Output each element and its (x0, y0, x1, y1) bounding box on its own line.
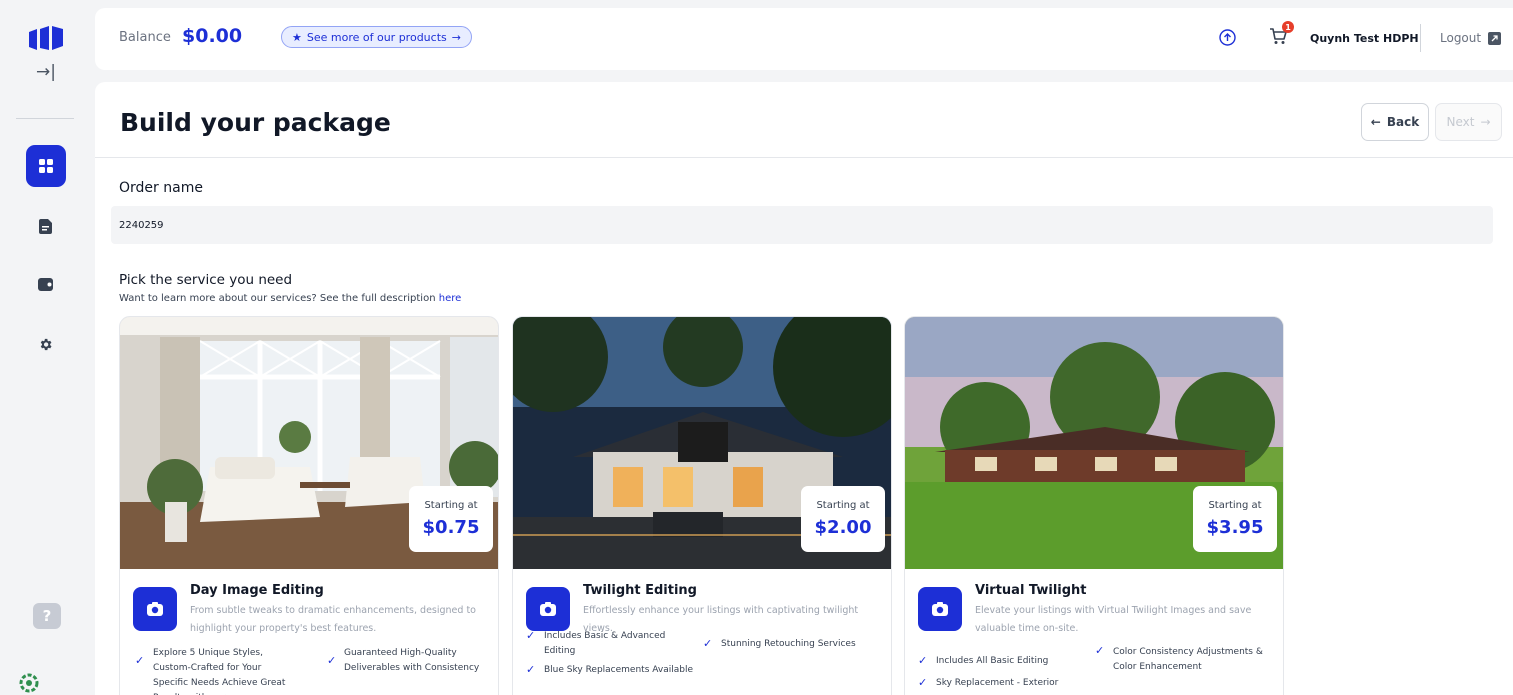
document-icon (38, 218, 52, 234)
full-description-link[interactable]: here (439, 293, 462, 304)
check-icon: ✓ (1095, 644, 1105, 657)
grid-icon (39, 159, 53, 173)
page-title: Build your package (120, 108, 391, 137)
service-title: Day Image Editing (190, 583, 324, 598)
pick-service-subtitle: Want to learn more about our services? S… (119, 293, 461, 304)
upload-icon[interactable] (1219, 29, 1236, 50)
wallet-icon (37, 277, 53, 291)
price-box: Starting at $0.75 (409, 486, 493, 552)
sidebar-item-orders[interactable] (34, 215, 56, 237)
feature-item: Guaranteed High-Quality Deliverables wit… (344, 648, 480, 673)
order-name-label: Order name (119, 180, 203, 196)
cart-count-badge: 1 (1282, 21, 1294, 33)
service-card-virtual-twilight[interactable]: Starting at $3.95 Virtual Twilight Eleva… (904, 316, 1284, 695)
order-name-input[interactable] (111, 206, 1493, 244)
sidebar-item-settings[interactable] (34, 333, 56, 355)
top-bar: Balance $0.00 ★ See more of our products… (95, 8, 1513, 70)
camera-icon (526, 587, 570, 631)
feature-item: Explore 5 Unique Styles, Custom-Crafted … (153, 648, 286, 695)
card-body: Day Image Editing From subtle tweaks to … (120, 569, 498, 695)
camera-icon (133, 587, 177, 631)
header-divider (95, 157, 1513, 158)
arrow-right-icon: → (1480, 115, 1491, 129)
see-products-label: See more of our products (306, 30, 447, 44)
price-box: Starting at $2.00 (801, 486, 885, 552)
next-button[interactable]: Next → (1435, 103, 1502, 141)
starting-at-label: Starting at (424, 500, 478, 511)
check-icon: ✓ (526, 629, 536, 642)
sidebar: →| ? (0, 0, 88, 695)
arrow-right-icon: → (451, 30, 461, 44)
feature-item: Blue Sky Replacements Available (544, 665, 693, 675)
star-icon: ★ (292, 30, 302, 44)
next-label: Next (1446, 115, 1475, 129)
service-card-twilight-editing[interactable]: Starting at $2.00 Twilight Editing Effor… (512, 316, 892, 695)
feature-item: Color Consistency Adjustments & Color En… (1113, 647, 1263, 672)
camera-icon (918, 587, 962, 631)
service-title: Twilight Editing (583, 583, 697, 598)
feature-item: Stunning Retouching Services (721, 639, 856, 649)
arrow-left-icon: ← (1370, 115, 1381, 129)
check-icon: ✓ (703, 637, 713, 650)
logout-button[interactable]: Logout (1440, 31, 1502, 45)
service-description: Elevate your listings with Virtual Twili… (975, 605, 1252, 634)
help-chat-icon[interactable]: ? (33, 603, 61, 629)
balance-value: $0.00 (182, 25, 243, 47)
support-widget-icon[interactable] (19, 673, 39, 695)
feature-item: Includes Basic & Advanced Editing (544, 631, 666, 656)
starting-at-label: Starting at (1208, 500, 1262, 511)
sidebar-item-dashboard[interactable] (26, 145, 66, 187)
back-button[interactable]: ← Back (1361, 103, 1429, 141)
price-box: Starting at $3.95 (1193, 486, 1277, 552)
see-products-link[interactable]: ★ See more of our products → (281, 26, 472, 48)
back-label: Back (1386, 115, 1420, 129)
service-card-day-image-editing[interactable]: Starting at $0.75 Day Image Editing From… (119, 316, 499, 695)
main-panel: Build your package ← Back Next → Order n… (95, 82, 1513, 695)
starting-at-label: Starting at (816, 500, 870, 511)
feature-item: Includes All Basic Editing (936, 656, 1049, 666)
check-icon: ✓ (135, 654, 145, 667)
pick-service-title: Pick the service you need (119, 272, 293, 288)
topbar-divider (1420, 24, 1421, 52)
feature-item: Sky Replacement - Exterior (936, 678, 1059, 688)
card-body: Virtual Twilight Elevate your listings w… (905, 569, 1283, 695)
price-value: $3.95 (1206, 517, 1264, 538)
logout-icon (1488, 31, 1502, 45)
sidebar-divider (16, 118, 74, 119)
service-description: From subtle tweaks to dramatic enhanceme… (190, 605, 476, 634)
brand-logo-icon[interactable] (29, 26, 63, 50)
check-icon: ✓ (327, 654, 337, 667)
sidebar-item-wallet[interactable] (34, 273, 56, 295)
service-title: Virtual Twilight (975, 583, 1087, 598)
user-name[interactable]: Quynh Test HDPH (1310, 32, 1419, 45)
price-value: $2.00 (814, 517, 872, 538)
gear-icon (40, 338, 51, 350)
collapse-sidebar-icon[interactable]: →| (36, 62, 56, 82)
logout-label: Logout (1440, 31, 1482, 45)
check-icon: ✓ (918, 676, 928, 689)
price-value: $0.75 (422, 517, 480, 538)
balance-label: Balance (119, 30, 171, 45)
check-icon: ✓ (526, 663, 536, 676)
pick-service-subtitle-text: Want to learn more about our services? S… (119, 293, 436, 304)
check-icon: ✓ (918, 654, 928, 667)
card-body: Twilight Editing Effortlessly enhance yo… (513, 569, 891, 695)
